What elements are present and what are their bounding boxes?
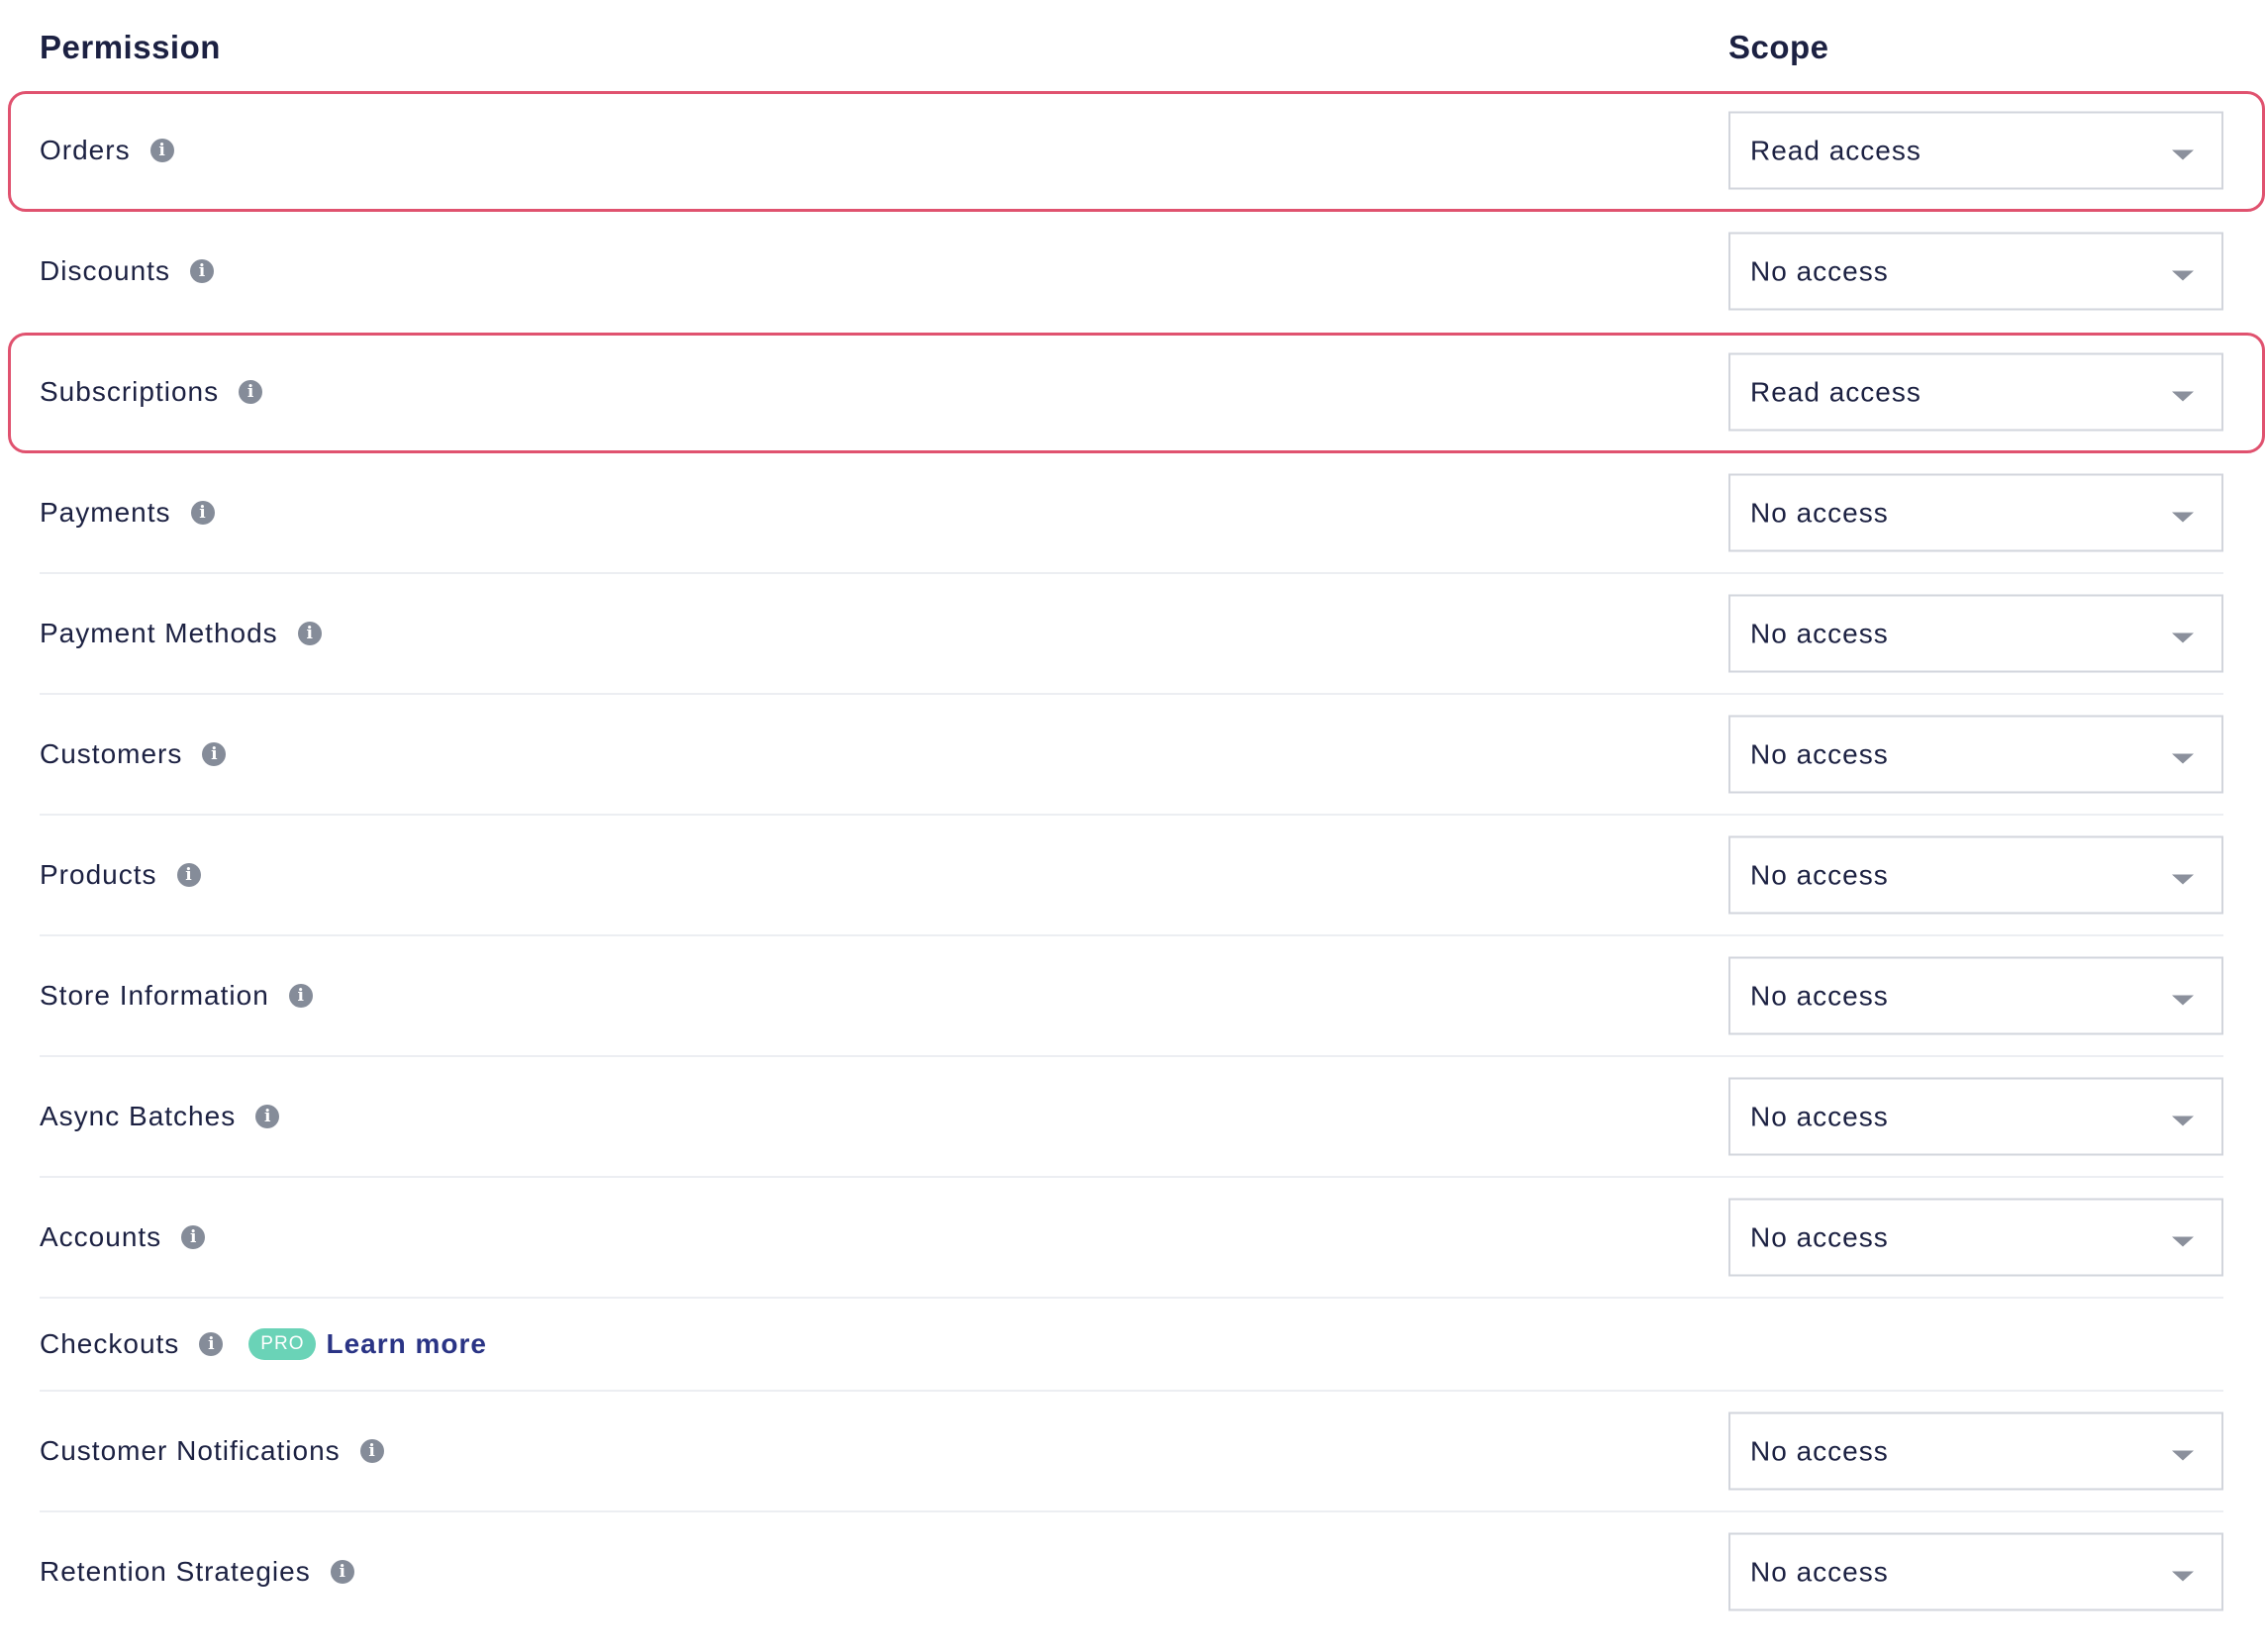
permissions-page: Permission Scope Orders i Read access Di… (0, 0, 2265, 1652)
permission-label: Store Information (40, 980, 269, 1011)
chevron-down-icon (2172, 512, 2194, 523)
learn-more-link[interactable]: Learn more (326, 1328, 487, 1360)
chevron-down-icon (2172, 753, 2194, 764)
permissions-table-header: Permission Scope (40, 20, 2225, 75)
permission-label: Orders (40, 135, 131, 165)
permission-row-store-information: Store Information i No access (40, 936, 2223, 1057)
chevron-down-icon (2172, 874, 2194, 885)
scope-select-value: No access (1750, 859, 1889, 891)
info-icon[interactable]: i (239, 380, 263, 404)
scope-select-async-batches[interactable]: No access (1728, 1077, 2223, 1156)
chevron-down-icon (2172, 391, 2194, 402)
info-icon[interactable]: i (149, 139, 174, 162)
pro-badge: PRO (248, 1328, 317, 1360)
info-icon[interactable]: i (190, 501, 215, 525)
permissions-table: Orders i Read access Discounts i No acce… (8, 91, 2265, 1633)
info-icon[interactable]: i (330, 1560, 354, 1584)
permission-label: Checkouts (40, 1328, 180, 1359)
info-icon[interactable]: i (297, 622, 322, 645)
scope-select-value: No access (1750, 1556, 1889, 1588)
scope-select-subscriptions[interactable]: Read access (1728, 352, 2223, 432)
scope-select-value: Read access (1750, 135, 1921, 166)
permission-label: Accounts (40, 1221, 162, 1252)
permission-row-discounts: Discounts i No access (40, 212, 2223, 333)
permission-row-payment-methods: Payment Methods i No access (40, 574, 2223, 695)
scope-select-store-information[interactable]: No access (1728, 956, 2223, 1035)
permission-label: Subscriptions (40, 376, 220, 407)
permission-row-checkouts: Checkouts i PRO Learn more (40, 1299, 2223, 1392)
permission-label: Payments (40, 497, 171, 528)
permission-row-subscriptions: Subscriptions i Read access (8, 333, 2265, 453)
chevron-down-icon (2172, 1450, 2194, 1461)
info-icon[interactable]: i (199, 1332, 224, 1356)
permission-row-products: Products i No access (40, 816, 2223, 936)
scope-select-customers[interactable]: No access (1728, 715, 2223, 794)
permission-label: Customer Notifications (40, 1435, 341, 1466)
scope-select-value: No access (1750, 980, 1889, 1012)
permission-column-header: Permission (40, 29, 221, 65)
permission-label: Discounts (40, 255, 170, 286)
permission-row-orders: Orders i Read access (8, 91, 2265, 212)
permission-row-customers: Customers i No access (40, 695, 2223, 816)
scope-select-value: No access (1750, 1435, 1889, 1467)
scope-select-value: No access (1750, 497, 1889, 529)
scope-select-payment-methods[interactable]: No access (1728, 594, 2223, 673)
chevron-down-icon (2172, 270, 2194, 281)
chevron-down-icon (2172, 1236, 2194, 1247)
info-icon[interactable]: i (202, 742, 227, 766)
info-icon[interactable]: i (288, 984, 313, 1008)
permission-row-accounts: Accounts i No access (40, 1178, 2223, 1299)
permission-label: Customers (40, 738, 183, 769)
scope-select-value: No access (1750, 618, 1889, 649)
permission-label: Payment Methods (40, 618, 278, 648)
scope-select-value: No access (1750, 1101, 1889, 1132)
permission-label: Products (40, 859, 157, 890)
info-icon[interactable]: i (255, 1105, 280, 1128)
info-icon[interactable]: i (176, 863, 201, 887)
scope-column-header: Scope (1728, 29, 1829, 65)
permission-label: Async Batches (40, 1101, 237, 1131)
permission-row-payments: Payments i No access (40, 453, 2223, 574)
scope-select-retention-strategies[interactable]: No access (1728, 1532, 2223, 1611)
scope-select-value: Read access (1750, 376, 1921, 408)
permission-row-retention-strategies: Retention Strategies i No access (40, 1512, 2223, 1633)
chevron-down-icon (2172, 149, 2194, 160)
scope-select-value: No access (1750, 255, 1889, 287)
chevron-down-icon (2172, 995, 2194, 1006)
permission-row-customer-notifications: Customer Notifications i No access (40, 1392, 2223, 1512)
scope-select-value: No access (1750, 1221, 1889, 1253)
info-icon[interactable]: i (359, 1439, 384, 1463)
info-icon[interactable]: i (189, 259, 214, 283)
scope-select-discounts[interactable]: No access (1728, 232, 2223, 311)
permission-row-async-batches: Async Batches i No access (40, 1057, 2223, 1178)
info-icon[interactable]: i (181, 1225, 206, 1249)
scope-select-payments[interactable]: No access (1728, 473, 2223, 552)
scope-select-orders[interactable]: Read access (1728, 111, 2223, 190)
scope-select-accounts[interactable]: No access (1728, 1198, 2223, 1277)
scope-select-customer-notifications[interactable]: No access (1728, 1411, 2223, 1491)
chevron-down-icon (2172, 632, 2194, 643)
scope-select-products[interactable]: No access (1728, 835, 2223, 915)
chevron-down-icon (2172, 1571, 2194, 1582)
permission-label: Retention Strategies (40, 1556, 311, 1587)
scope-select-value: No access (1750, 738, 1889, 770)
chevron-down-icon (2172, 1116, 2194, 1126)
